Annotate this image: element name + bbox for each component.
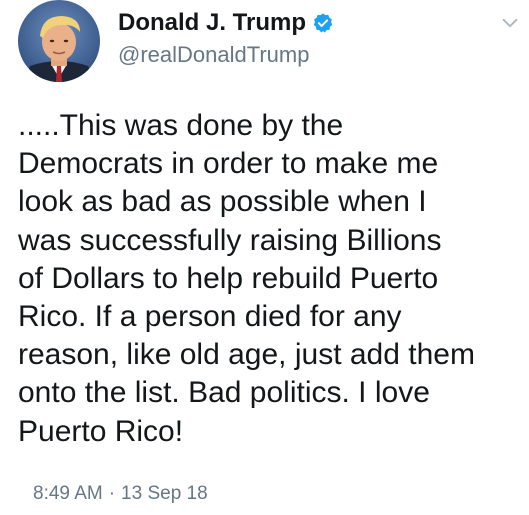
avatar-image bbox=[18, 0, 100, 82]
tweet-header: Donald J. Trump @realDonaldTrump bbox=[18, 0, 523, 96]
tweet-text-line: of Dollars to help rebuild Puerto bbox=[18, 261, 439, 295]
tweet: Donald J. Trump @realDonaldTrump .....Th… bbox=[0, 0, 529, 515]
tweet-text-line: Rico. If a person died for any bbox=[18, 300, 402, 334]
tweet-text: .....This was done by the Democrats in o… bbox=[18, 107, 523, 451]
tweet-text-line: Democrats in order to make me bbox=[18, 147, 439, 181]
tweet-text-line: Puerto Rico! bbox=[18, 414, 184, 448]
tweet-text-line: look as bad as possible when I bbox=[18, 185, 427, 219]
name-row: Donald J. Trump bbox=[118, 8, 334, 38]
display-name[interactable]: Donald J. Trump bbox=[118, 9, 306, 37]
tweet-date: 13 Sep 18 bbox=[121, 483, 208, 504]
chevron-down-icon[interactable] bbox=[499, 12, 521, 34]
handle[interactable]: @realDonaldTrump bbox=[118, 42, 334, 68]
meta-separator: · bbox=[108, 483, 116, 504]
tweet-text-line: reason, like old age, just add them bbox=[18, 338, 475, 372]
tweet-text-line: .....This was done by the bbox=[18, 109, 344, 142]
author-info: Donald J. Trump @realDonaldTrump bbox=[118, 8, 334, 68]
tweet-text-line: was successfully raising Billions bbox=[18, 223, 442, 257]
verified-badge-icon bbox=[312, 12, 334, 34]
tweet-timestamp[interactable]: 8:49 AM · 13 Sep 18 bbox=[33, 483, 208, 505]
avatar[interactable] bbox=[18, 0, 100, 82]
tweet-text-line: onto the list. Bad politics. I love bbox=[18, 376, 430, 410]
tweet-time: 8:49 AM bbox=[33, 483, 103, 504]
